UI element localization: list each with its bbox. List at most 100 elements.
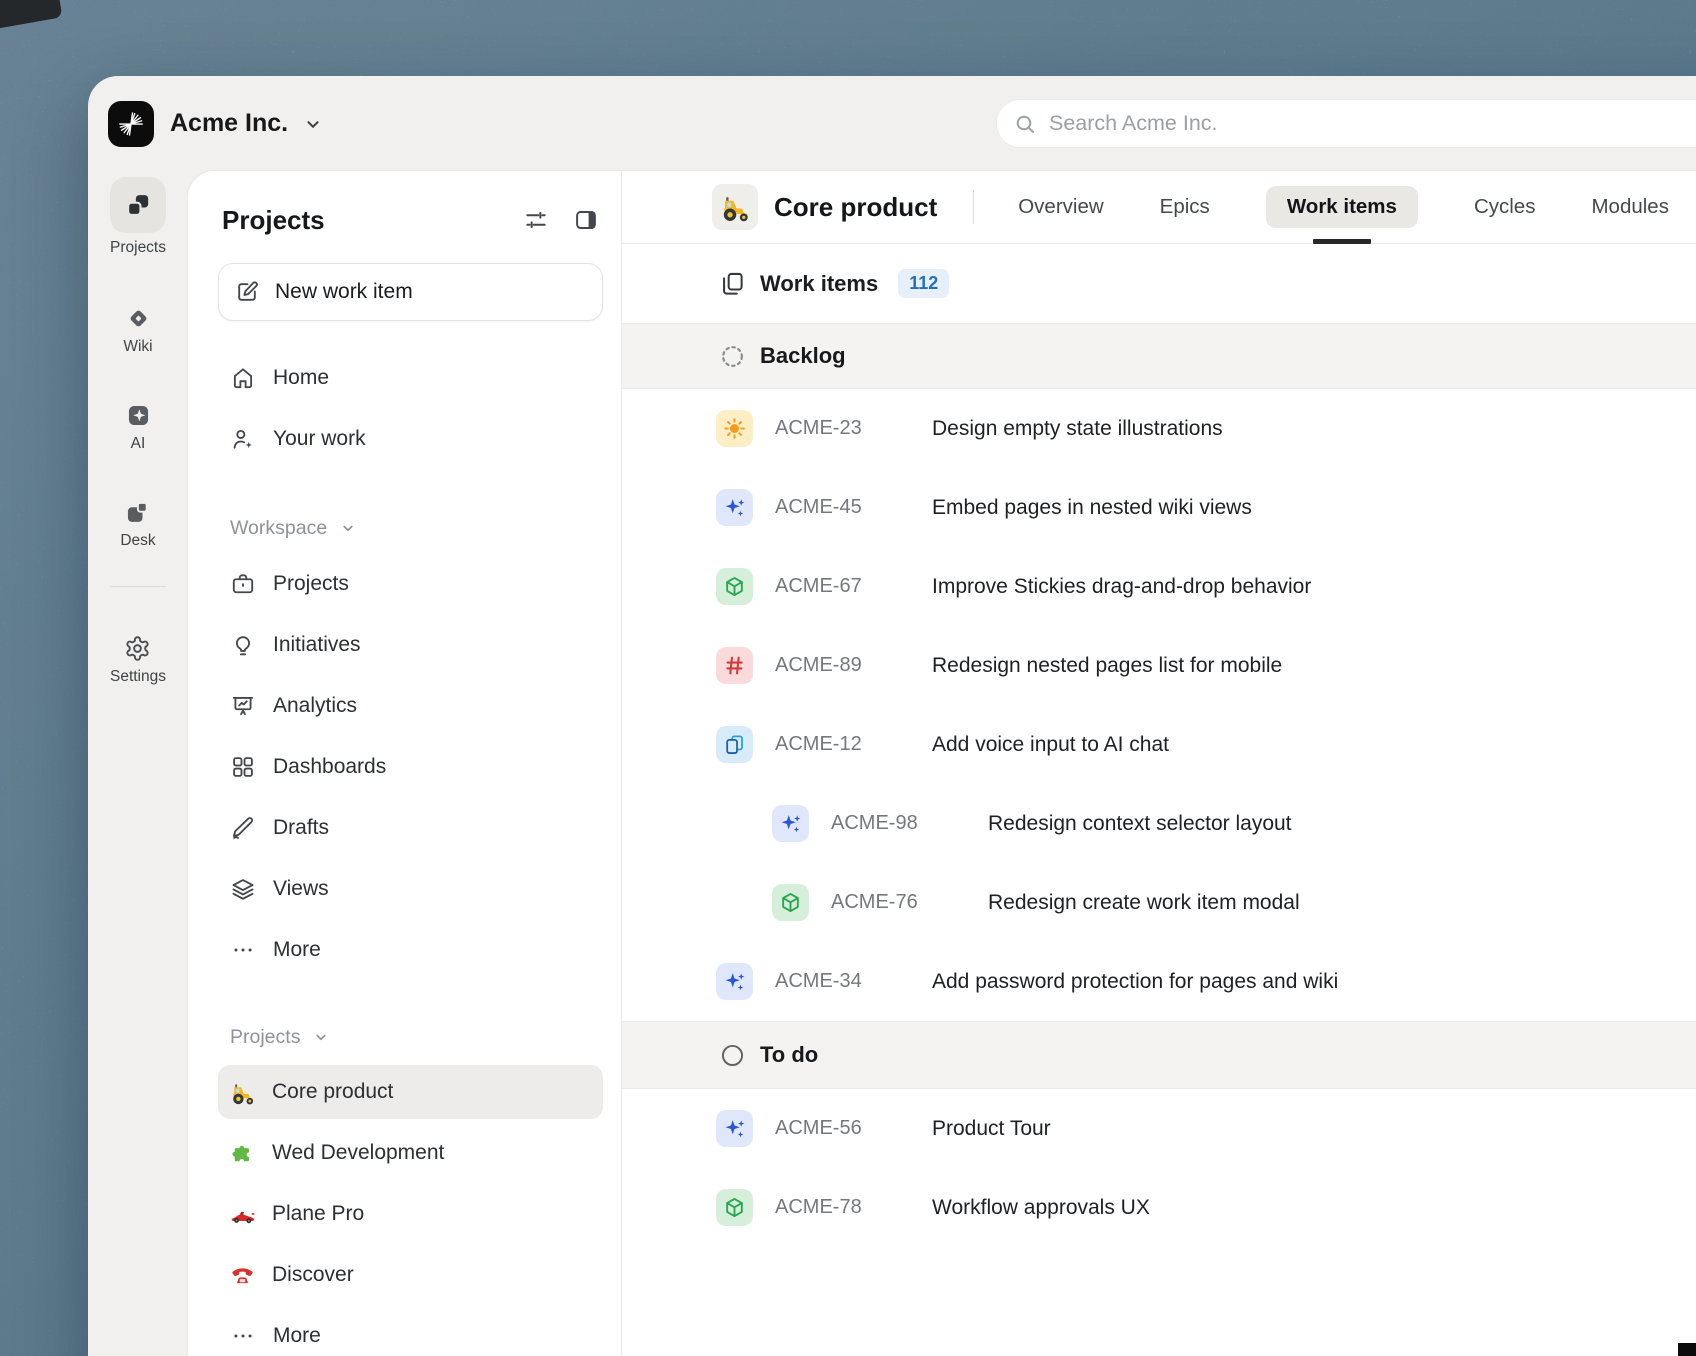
sidebar-item-label: Initiatives [273,632,361,656]
project-sidebar: Projects New work item Home Your work Wo… [188,171,622,1356]
sidebar-item-label: More [273,937,321,961]
rail-item-desk[interactable]: Desk [120,499,156,550]
new-work-item-button[interactable]: New work item [218,263,603,321]
sidebar-item-views[interactable]: Views [218,858,603,919]
sidebar-project-wed-development[interactable]: Wed Development [218,1122,603,1183]
search-input[interactable] [1047,110,1611,137]
chevron-down-icon [343,525,353,532]
screen-corner-artifact [1678,1343,1696,1356]
grid-icon [233,756,253,777]
hash-icon [716,647,753,684]
work-item-id: ACME-78 [775,1196,862,1218]
panel-toggle-icon[interactable] [573,207,599,233]
rail-label: Desk [120,532,156,549]
search-icon [1016,115,1034,133]
project-header: Core product Overview Epics Work items C… [622,171,1696,244]
tab-epics[interactable]: Epics [1160,195,1210,219]
work-item-row[interactable]: ACME-67 Improve Stickies drag-and-drop b… [622,547,1696,626]
content-panel: Projects New work item Home Your work Wo… [188,171,1696,1356]
sidebar-item-label: Views [273,876,329,900]
layers-icon [232,878,254,900]
section-header-workspace[interactable]: Workspace [218,503,603,553]
ellipsis-icon [234,1333,252,1338]
rail-item-projects[interactable]: Projects [110,177,166,257]
work-item-id: ACME-34 [775,970,862,992]
sidebar-item-label: Wed Development [272,1140,445,1164]
group-header-todo[interactable]: To do [622,1021,1696,1089]
work-item-row[interactable]: ACME-78 Workflow approvals UX [622,1168,1696,1247]
work-items-label: Work items [760,270,879,296]
sidebar-project-plane-pro[interactable]: Plane Pro [218,1183,603,1244]
work-item-title: Product Tour [932,1116,1051,1140]
tab-work-items[interactable]: Work items [1265,186,1418,228]
sidebar-item-your-work[interactable]: Your work [218,408,603,469]
rail-item-wiki[interactable]: Wiki [123,305,153,356]
section-label: Workspace [230,516,328,539]
sidebar-item-projects[interactable]: Projects [218,553,603,614]
work-item-row[interactable]: ACME-23 Design empty state illustrations [622,389,1696,468]
work-item-row[interactable]: ACME-12 Add voice input to AI chat [622,705,1696,784]
desk-icon [128,502,149,522]
sidebar-item-label: Discover [272,1262,354,1286]
section-label: Projects [230,1025,301,1048]
tractor-icon [232,1083,254,1104]
sidebar-project-more[interactable]: More [218,1305,603,1356]
work-item-row[interactable]: ACME-89 Redesign nested pages list for m… [622,626,1696,705]
project-icon-tile [712,184,758,230]
tab-modules[interactable]: Modules [1591,195,1669,219]
work-items-summary: Work items 112 [622,244,1696,323]
rail-label: Wiki [123,338,153,355]
top-bar: Acme Inc. [88,76,1696,171]
sidebar-project-core-product[interactable]: Core product [218,1065,603,1119]
work-item-row-sub[interactable]: ACME-98 Redesign context selector layout [622,784,1696,863]
work-item-row[interactable]: ACME-34 Add password protection for page… [622,942,1696,1021]
work-item-title: Workflow approvals UX [932,1195,1150,1219]
work-item-title: Add password protection for pages and wi… [932,969,1339,993]
wiki-icon [130,310,146,327]
work-item-id: ACME-23 [775,417,862,439]
sidebar-item-label: Home [273,365,330,389]
workspace-logo-icon [108,100,154,147]
work-item-title: Embed pages in nested wiki views [932,495,1252,519]
projects-icon[interactable] [110,177,166,233]
tractor-icon [723,197,748,222]
sidebar-item-initiatives[interactable]: Initiatives [218,614,603,675]
section-header-projects[interactable]: Projects [218,1012,603,1062]
cube-icon [716,1189,753,1226]
copies-icon [716,726,753,763]
lightbulb-icon [236,635,250,655]
work-item-id: ACME-98 [831,812,918,834]
user-sparkle-icon [233,429,252,449]
work-item-row-sub[interactable]: ACME-76 Redesign create work item modal [622,863,1696,942]
workspace-switcher[interactable]: Acme Inc. [108,100,324,147]
work-item-title: Design empty state illustrations [932,416,1223,440]
work-item-row[interactable]: ACME-45 Embed pages in nested wiki views [622,468,1696,547]
sidebar-item-label: Projects [273,571,349,595]
work-item-row[interactable]: ACME-56 Product Tour [622,1089,1696,1168]
sidebar-item-dashboards[interactable]: Dashboards [218,736,603,797]
workspace-name: Acme Inc. [170,109,289,137]
rail-item-ai[interactable]: AI [125,402,152,453]
sidebar-item-label: Your work [273,426,366,450]
page-title: Core product [774,191,938,222]
sidebar-item-home[interactable]: Home [218,347,603,408]
backlog-state-icon [722,345,743,367]
header-divider [973,190,975,224]
group-header-backlog[interactable]: Backlog [622,323,1696,389]
sidebar-item-label: Plane Pro [272,1201,365,1225]
rail-label: Settings [109,668,166,685]
sun-icon [716,410,753,447]
search-bar[interactable] [996,99,1696,148]
sliders-icon[interactable] [523,207,549,233]
tab-cycles[interactable]: Cycles [1474,195,1536,219]
gear-icon [126,636,150,661]
sidebar-item-drafts[interactable]: Drafts [218,797,603,858]
sidebar-project-discover[interactable]: Discover [218,1244,603,1305]
sidebar-item-more[interactable]: More [218,919,603,980]
work-item-id: ACME-76 [831,891,918,913]
cube-icon [772,884,809,921]
work-item-title: Add voice input to AI chat [932,732,1169,756]
rail-item-settings[interactable]: Settings [110,635,166,686]
tab-overview[interactable]: Overview [1018,195,1103,219]
sidebar-item-analytics[interactable]: Analytics [218,675,603,736]
